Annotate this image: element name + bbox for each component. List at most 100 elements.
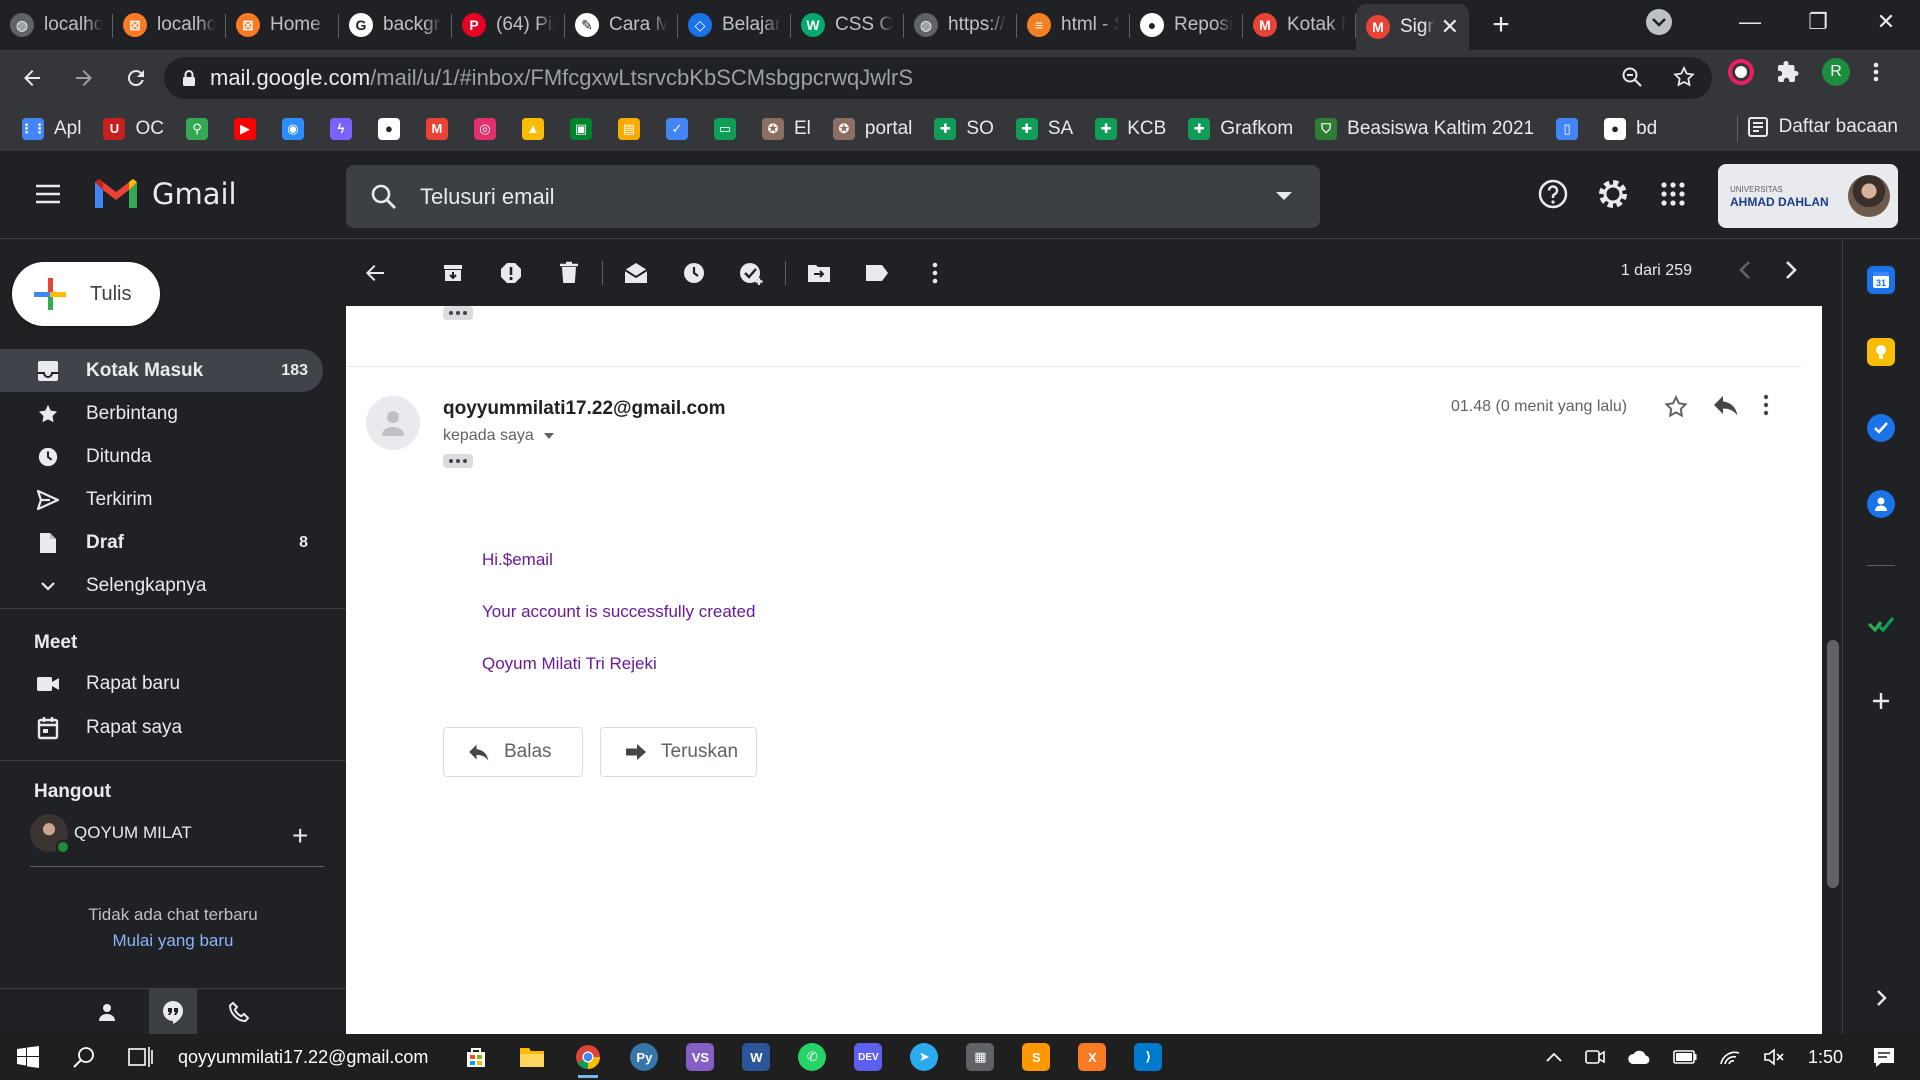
contacts-person-icon[interactable] (83, 989, 131, 1035)
my-meetings-item[interactable]: Rapat saya (36, 716, 182, 740)
zoom-icon[interactable] (1620, 65, 1644, 89)
bookmark-item[interactable]: ✚ SA (1015, 117, 1073, 140)
tab-search-icon[interactable] (1646, 9, 1672, 35)
file-explorer-icon[interactable] (504, 1034, 560, 1080)
move-to-icon[interactable] (790, 244, 848, 302)
bookmark-item[interactable]: ▯ (1556, 117, 1579, 140)
sidebar-item-ditunda[interactable]: Ditunda (0, 435, 346, 478)
browser-tab[interactable]: ● Repository (1130, 4, 1243, 46)
recipient-details[interactable]: kepada saya (443, 427, 554, 445)
wifi-icon[interactable] (1719, 1048, 1741, 1066)
color-extension-icon[interactable] (1728, 59, 1754, 85)
browser-tab[interactable]: ≡ html - Stack (1017, 4, 1130, 46)
browser-tab[interactable]: ◍ https:// (904, 4, 1017, 46)
phone-icon[interactable] (215, 989, 263, 1035)
contacts-icon[interactable] (1867, 490, 1895, 518)
browser-tab[interactable]: Gbackground (339, 4, 452, 46)
archive-icon[interactable] (424, 244, 482, 302)
new-meeting-item[interactable]: Rapat baru (36, 673, 180, 695)
chrome-menu-icon[interactable] (1872, 60, 1880, 84)
account-badge[interactable]: UNIVERSITAS AHMAD DAHLAN (1718, 164, 1898, 228)
bookmark-item[interactable]: ✚ Grafkom (1188, 117, 1293, 140)
bookmark-item[interactable]: ◉ (281, 117, 304, 140)
browser-tab[interactable]: ⊠ Home (226, 4, 339, 46)
back-icon[interactable] (12, 58, 52, 98)
whatsapp-icon[interactable]: ✆ (784, 1034, 840, 1080)
message-more-icon[interactable] (1763, 394, 1769, 416)
bookmark-item[interactable]: ▣ (569, 117, 592, 140)
address-bar[interactable]: mail.google.com/mail/u/1/#inbox/FMfcgxwL… (164, 57, 1712, 99)
vscode-icon[interactable]: ⟩ (1120, 1034, 1176, 1080)
sidebar-item-terkirim[interactable]: Terkirim (0, 478, 346, 521)
keep-notes-icon[interactable] (1867, 338, 1895, 366)
hangouts-chat-icon[interactable] (149, 988, 197, 1035)
onedrive-cloud-icon[interactable] (1627, 1049, 1651, 1065)
report-spam-icon[interactable] (482, 244, 540, 302)
mail-search-bar[interactable] (346, 165, 1320, 228)
bookmark-item[interactable]: ● (377, 117, 400, 140)
telegram-icon[interactable]: ➤ (896, 1034, 952, 1080)
extensions-puzzle-icon[interactable] (1776, 60, 1800, 84)
show-trimmed-content-icon[interactable] (443, 306, 473, 320)
browser-tab[interactable]: P (64) Pinterest (452, 4, 565, 46)
show-trimmed-content-icon[interactable] (443, 454, 473, 468)
volume-muted-icon[interactable] (1763, 1048, 1785, 1066)
back-to-inbox-icon[interactable] (346, 244, 404, 302)
bookmark-item[interactable]: ◎ (473, 117, 496, 140)
start-new-chat-link[interactable]: Mulai yang baru (0, 931, 346, 951)
meet-now-icon[interactable] (1585, 1048, 1605, 1066)
sublime-text-icon[interactable]: S (1008, 1034, 1064, 1080)
forward-button[interactable]: Teruskan (600, 727, 757, 777)
compose-button[interactable]: Tulis (12, 262, 160, 326)
profile-avatar[interactable]: R (1822, 58, 1850, 86)
bookmark-item[interactable]: ✓ (665, 117, 688, 140)
browser-tab[interactable]: M Sign ✕ (1356, 4, 1469, 50)
bookmark-item[interactable]: ✚ SO (934, 117, 994, 140)
tasks-check-icon[interactable] (1867, 414, 1895, 442)
browser-tab[interactable]: W CSS Code (791, 4, 904, 46)
sidebar-item-selengkapnya[interactable]: Selengkapnya (0, 564, 346, 607)
tray-chevron-up-icon[interactable] (1545, 1051, 1563, 1063)
close-window-icon[interactable]: ✕ (1852, 9, 1920, 35)
new-chat-plus-icon[interactable]: + (292, 820, 308, 852)
account-avatar[interactable] (1848, 175, 1890, 217)
older-chevron-right-icon[interactable] (1784, 259, 1798, 281)
battery-icon[interactable] (1673, 1050, 1697, 1064)
bookmark-item[interactable]: ⚲ (185, 117, 208, 140)
dev-app-icon[interactable]: DEV (840, 1034, 896, 1080)
bookmark-item[interactable]: ⋮⋮ Apl (20, 117, 81, 140)
message-scrollbar[interactable] (1822, 240, 1842, 1034)
get-addons-plus-icon[interactable] (1867, 687, 1895, 715)
newer-chevron-left-icon[interactable] (1738, 259, 1752, 281)
more-actions-icon[interactable] (906, 244, 964, 302)
bookmark-item[interactable]: U OC (103, 117, 164, 140)
sidebar-item-draf[interactable]: Draf 8 (0, 521, 346, 564)
bookmark-item[interactable]: ✪ El (761, 117, 811, 140)
new-tab-button[interactable]: + (1481, 5, 1521, 45)
browser-tab[interactable]: ✎ Cara Membuat (565, 4, 678, 46)
sidebar-item-kotak-masuk[interactable]: Kotak Masuk 183 (0, 349, 323, 392)
help-icon[interactable] (1537, 178, 1569, 210)
visual-studio-icon[interactable]: VS (672, 1034, 728, 1080)
reload-icon[interactable] (116, 58, 156, 98)
recipient-dropdown-icon[interactable] (543, 433, 554, 439)
store-app-icon[interactable] (448, 1034, 504, 1080)
memory-app-icon[interactable]: ▦ (952, 1034, 1008, 1080)
bookmark-item[interactable]: ▲ (521, 117, 544, 140)
notifications-icon[interactable] (1872, 1046, 1896, 1068)
bookmark-item[interactable]: ϟ (329, 117, 352, 140)
hangout-user[interactable]: QOYUM MILAT (30, 814, 192, 854)
bookmark-item[interactable]: ▤ (617, 117, 640, 140)
taskbar-search-icon[interactable] (56, 1034, 112, 1080)
browser-tab[interactable]: ◇ Belajar (678, 4, 791, 46)
minimize-icon[interactable]: — (1716, 9, 1784, 35)
label-icon[interactable] (848, 244, 906, 302)
reply-button[interactable]: Balas (443, 727, 583, 777)
search-icon[interactable] (370, 183, 398, 211)
reading-list-button[interactable]: Daftar bacaan (1747, 116, 1898, 138)
forward-icon[interactable] (64, 58, 104, 98)
bookmark-star-icon[interactable] (1672, 65, 1696, 89)
gmail-logo[interactable]: Gmail (92, 176, 237, 212)
main-menu-icon[interactable] (34, 182, 62, 206)
word-app-icon[interactable]: W (728, 1034, 784, 1080)
